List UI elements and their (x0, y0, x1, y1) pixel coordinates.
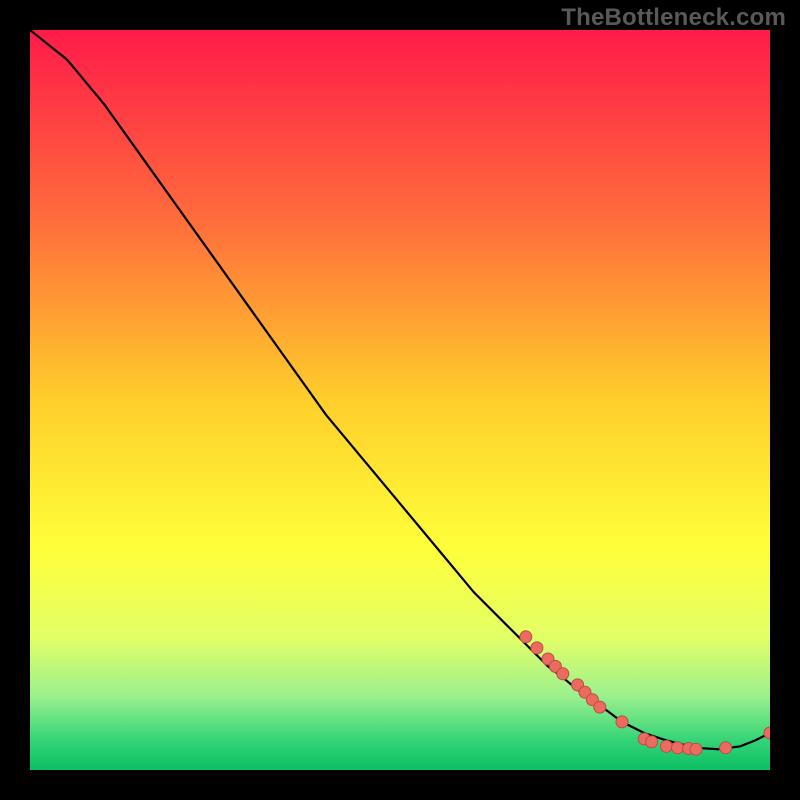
data-marker (531, 642, 543, 654)
data-marker (646, 736, 658, 748)
data-marker (672, 742, 684, 754)
data-marker (557, 668, 569, 680)
gradient-background (30, 30, 770, 770)
data-marker (616, 716, 628, 728)
watermark-text: TheBottleneck.com (561, 4, 786, 32)
data-marker (690, 743, 702, 755)
data-marker (520, 631, 532, 643)
plot-area (30, 30, 770, 770)
plot-svg (30, 30, 770, 770)
chart-stage: TheBottleneck.com (0, 0, 800, 800)
data-marker (660, 740, 672, 752)
data-marker (594, 701, 606, 713)
data-marker (720, 742, 732, 754)
